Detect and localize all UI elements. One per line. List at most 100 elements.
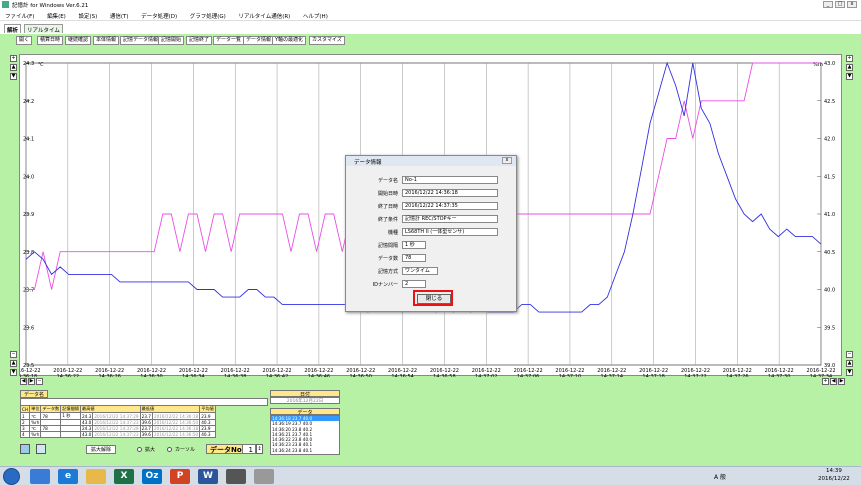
tab-analysis[interactable]: 解析 xyxy=(4,24,22,34)
data-listbox[interactable]: 14:36:18 23.7 40.0 14:36:19 23.7 40.0 14:3… xyxy=(270,415,340,455)
continue-check-button[interactable]: 継続確認 xyxy=(65,36,92,45)
x-zoom-out-button[interactable]: − xyxy=(36,378,43,385)
minimize-button[interactable]: _ xyxy=(823,1,833,8)
menu-help[interactable]: ヘルプ(H) xyxy=(303,12,328,20)
y-axis-optimize-button[interactable]: Y軸の最適化 xyxy=(272,36,307,45)
x2-scroll-right-button[interactable]: ▶ xyxy=(838,378,845,385)
ime-indicator[interactable]: A 般 xyxy=(714,472,726,481)
table-cell: 23.9 xyxy=(199,412,216,420)
zoom-radio[interactable] xyxy=(137,447,142,452)
y-scroll-up-button[interactable]: ▲ xyxy=(10,64,17,71)
maximize-button[interactable]: □ xyxy=(835,1,845,8)
x-tick-label-time: 14:36:34 xyxy=(182,374,204,377)
table-cell: 2016/12/22 14:36:50 xyxy=(151,431,201,438)
menu-edit[interactable]: 編集(E) xyxy=(47,12,66,20)
dialog-label-3: 終了条件 xyxy=(377,217,398,223)
taskbar-app-icon[interactable]: X xyxy=(114,469,134,484)
x-tick-label-time: 14:37:22 xyxy=(684,374,706,377)
x-tick-label-time: 14:37:14 xyxy=(601,374,623,377)
table-cell: 2016/12/22 14:36:18 xyxy=(151,412,201,420)
data-no-spinner[interactable]: ↕ xyxy=(256,444,263,454)
start-button[interactable] xyxy=(3,468,20,485)
taskbar-app-icon[interactable] xyxy=(226,469,246,484)
y2-scroll-up2-button[interactable]: ▲ xyxy=(846,360,853,367)
table-row: 4 %rh 43.0 2016/12/22 14:37:23 39.6 2016/12/2… xyxy=(19,431,216,438)
device-info-button[interactable]: 本体情報 xyxy=(93,36,120,45)
y-right-tick-label: 42.0 xyxy=(824,137,835,143)
taskbar-app-icon[interactable]: Oz xyxy=(142,469,162,484)
dialog-label-6: データ数 xyxy=(377,256,398,262)
table-header: 平均値 xyxy=(199,405,216,413)
dialog-value-2: 2016/12/22 14:37:35 xyxy=(402,202,498,210)
taskbar-app-icon[interactable]: W xyxy=(198,469,218,484)
menu-data[interactable]: データ処理(D) xyxy=(141,12,177,20)
menu-settings[interactable]: 設定(S) xyxy=(78,12,97,20)
dialog-close-x[interactable]: x xyxy=(502,157,512,164)
data-list-button[interactable]: データ一覧 xyxy=(213,36,245,45)
y-zoom-in-button[interactable]: + xyxy=(10,55,17,62)
close-window-button[interactable]: x xyxy=(847,1,857,8)
date-label: 日付 xyxy=(270,390,340,398)
dialog-value-4: LS68TH II (一体型センサ) xyxy=(402,228,498,236)
x-scroll-left-button[interactable]: ◀ xyxy=(20,378,27,385)
x-tick-label-time: 14:37:18 xyxy=(642,374,664,377)
list-item[interactable]: 14:36:24 23.8 40.1 xyxy=(271,448,339,453)
app-icon xyxy=(2,1,9,8)
data-info-button[interactable]: データ情報 xyxy=(243,36,275,45)
open-button[interactable]: 開く xyxy=(16,36,33,45)
cursor-radio[interactable] xyxy=(167,447,172,452)
y2-zoom-in-button[interactable]: + xyxy=(846,55,853,62)
table-cell: 2016/12/22 14:36:18 xyxy=(151,425,201,432)
x-tick-label-time: 14:36:54 xyxy=(391,374,413,377)
close-button[interactable]: 閉じる xyxy=(417,294,451,304)
taskbar-app-icon[interactable]: e xyxy=(58,469,78,484)
taskbar-app-icon[interactable]: P xyxy=(170,469,190,484)
y2-scroll-down2-button[interactable]: ▼ xyxy=(846,369,853,376)
x2-zoom-in-button[interactable]: + xyxy=(822,378,829,385)
menu-file[interactable]: ファイル(F) xyxy=(5,12,34,20)
y2-zoom-out-button[interactable]: − xyxy=(846,351,853,358)
stored-data-info-button[interactable]: 記憶データ情報 xyxy=(120,36,162,45)
y-scroll-down-button[interactable]: ▼ xyxy=(10,73,17,80)
taskbar-app-icon[interactable] xyxy=(30,469,50,484)
data-no-input[interactable]: 1 xyxy=(242,444,256,454)
x-tick-label-time: 14:36:26 xyxy=(98,374,120,377)
menu-graph[interactable]: グラフ処理(G) xyxy=(190,12,226,20)
dialog-label-4: 機種 xyxy=(387,230,398,236)
view-button-2[interactable] xyxy=(36,444,46,454)
zoom-reset-button[interactable]: 拡大解除 xyxy=(86,445,117,454)
view-button-1[interactable] xyxy=(20,444,30,454)
menu-comm[interactable]: 通信(T) xyxy=(110,12,129,20)
dataname-label: データ名 xyxy=(20,390,48,398)
y-scroll-up2-button[interactable]: ▲ xyxy=(10,360,17,367)
date-value: 2016年12月22日 xyxy=(270,397,340,404)
table-header: 最低値 xyxy=(139,405,201,413)
customize-button[interactable]: カスタマイズ xyxy=(309,36,345,45)
x2-scroll-left-button[interactable]: ◀ xyxy=(830,378,837,385)
x-tick-label-time: 14:37:30 xyxy=(768,374,790,377)
y-zoom-out-button[interactable]: − xyxy=(10,351,17,358)
y-scroll-down2-button[interactable]: ▼ xyxy=(10,369,17,376)
taskbar-app-icon[interactable] xyxy=(86,469,106,484)
dialog-title: データ情報 xyxy=(346,156,516,166)
table-cell xyxy=(40,431,62,438)
record-start-button[interactable]: 記憶開始 xyxy=(158,36,185,45)
x-tick-label-time: 14:36:50 xyxy=(350,374,372,377)
x-tick-label-time: 14:37:10 xyxy=(559,374,581,377)
table-cell: 24.3 xyxy=(79,425,94,432)
taskbar-app-icon[interactable] xyxy=(254,469,274,484)
table-cell: 2016/12/22 14:37:29 xyxy=(92,412,141,420)
record-stop-button[interactable]: 記憶終了 xyxy=(186,36,213,45)
taskbar: e X Oz P W A 般 14:39 2016/12/22 xyxy=(0,466,861,485)
table-cell: 1 xyxy=(19,412,31,420)
tab-realtime[interactable]: リアルタイム xyxy=(24,24,63,34)
cumulative-time-button[interactable]: 積算日時 xyxy=(37,36,64,45)
dialog-label-7: 記憶方式 xyxy=(377,269,398,275)
menu-realtime[interactable]: リアルタイム通信(R) xyxy=(238,12,290,20)
x-tick-label-time: 14:36:18 xyxy=(20,374,37,377)
y2-scroll-down-button[interactable]: ▼ xyxy=(846,73,853,80)
x-scroll-right-button[interactable]: ▶ xyxy=(28,378,35,385)
table-cell: 2016/12/22 14:37:23 xyxy=(92,431,141,438)
data-info-dialog: データ情報 x データ名 No-1 開始日時 2016/12/22 14:36:18 終… xyxy=(345,155,517,312)
y2-scroll-up-button[interactable]: ▲ xyxy=(846,64,853,71)
